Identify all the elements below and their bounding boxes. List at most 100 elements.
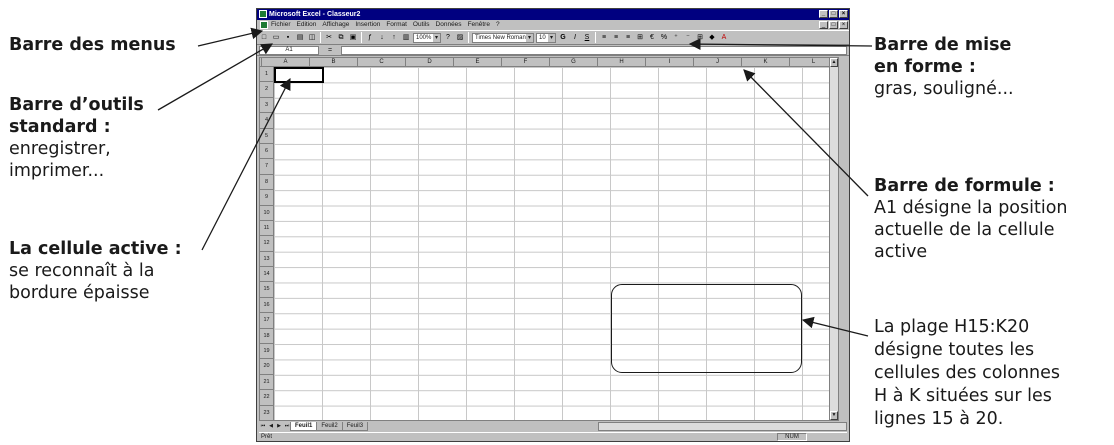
- doc-minimize-button[interactable]: _: [819, 21, 828, 29]
- print-preview-icon[interactable]: ◫: [307, 33, 317, 43]
- font-select[interactable]: Times New Roman: [472, 32, 534, 43]
- row-header[interactable]: 13: [260, 251, 274, 268]
- column-header[interactable]: F: [502, 58, 550, 67]
- italic-icon[interactable]: I: [570, 33, 580, 43]
- row-header[interactable]: 10: [260, 205, 274, 221]
- underline-icon[interactable]: S: [582, 33, 592, 43]
- row-header[interactable]: 18: [260, 328, 274, 345]
- row-header[interactable]: 3: [260, 97, 274, 114]
- column-header[interactable]: E: [454, 58, 502, 67]
- row-header[interactable]: 12: [260, 236, 274, 252]
- print-icon[interactable]: ▤: [295, 33, 305, 43]
- sort-ascending-icon[interactable]: ↓: [377, 33, 387, 43]
- zoom-select[interactable]: 100%: [413, 32, 441, 43]
- row-header[interactable]: 5: [260, 128, 274, 144]
- row-header[interactable]: 6: [260, 143, 274, 160]
- new-file-icon[interactable]: □: [259, 33, 269, 43]
- currency-icon[interactable]: €: [647, 33, 657, 43]
- row-header[interactable]: 15: [260, 282, 274, 298]
- cut-icon[interactable]: ✂: [324, 33, 334, 43]
- doc-close-button[interactable]: ×: [839, 21, 848, 29]
- row-header[interactable]: 14: [260, 267, 274, 283]
- borders-icon[interactable]: ⊞: [695, 33, 705, 43]
- scroll-down-arrow-icon[interactable]: ▼: [830, 411, 838, 420]
- align-center-icon[interactable]: ≡: [611, 33, 621, 43]
- menu-edition[interactable]: Edition: [297, 20, 317, 30]
- row-header[interactable]: 8: [260, 174, 274, 191]
- merge-center-icon[interactable]: ⊞: [635, 33, 645, 43]
- row-header[interactable]: 19: [260, 344, 274, 360]
- sheet-tab-feuil1[interactable]: Feuil1: [290, 421, 318, 431]
- column-header[interactable]: K: [742, 58, 790, 67]
- maximize-button[interactable]: □: [829, 10, 838, 18]
- row-header[interactable]: 11: [260, 220, 274, 237]
- row-header[interactable]: 17: [260, 313, 274, 329]
- formula-input[interactable]: [341, 45, 847, 55]
- toolbar-separator: [595, 32, 596, 43]
- row-header[interactable]: 23: [260, 405, 274, 420]
- menu-outils[interactable]: Outils: [413, 20, 430, 30]
- column-header[interactable]: D: [406, 58, 454, 67]
- row-header[interactable]: 9: [260, 190, 274, 206]
- font-color-icon[interactable]: A: [719, 33, 729, 43]
- equals-sign[interactable]: =: [323, 47, 337, 54]
- menu-donnees[interactable]: Données: [436, 20, 462, 30]
- help-icon[interactable]: ?: [443, 33, 453, 43]
- sheet-tab-feuil3[interactable]: Feuil3: [341, 421, 369, 431]
- active-cell-a1[interactable]: [274, 67, 324, 83]
- row-header[interactable]: 20: [260, 359, 274, 375]
- decimal-decrease-icon[interactable]: ⁻: [683, 33, 693, 43]
- column-header[interactable]: G: [550, 58, 598, 67]
- row-header[interactable]: 7: [260, 159, 274, 175]
- prev-sheet-arrow-icon[interactable]: ◀: [267, 422, 275, 431]
- horizontal-scrollbar[interactable]: [598, 421, 847, 431]
- annotation-menu-bar: Barre des menus: [9, 34, 176, 56]
- row-header[interactable]: 2: [260, 82, 274, 98]
- annotation-desc: gras, souligné...: [874, 79, 1014, 99]
- name-box[interactable]: A1: [259, 45, 319, 55]
- window-title: Microsoft Excel - Classeur2: [269, 11, 361, 18]
- column-header[interactable]: B: [310, 58, 358, 67]
- minimize-button[interactable]: _: [819, 10, 828, 18]
- column-header[interactable]: J: [694, 58, 742, 67]
- workbook-icon[interactable]: [260, 21, 268, 29]
- column-header[interactable]: C: [358, 58, 406, 67]
- column-header[interactable]: I: [646, 58, 694, 67]
- doc-restore-button[interactable]: □: [829, 21, 838, 29]
- font-size-select[interactable]: 10: [536, 32, 556, 43]
- scroll-up-arrow-icon[interactable]: ▲: [830, 58, 838, 67]
- fill-color-icon[interactable]: ◆: [707, 33, 717, 43]
- paste-icon[interactable]: ▣: [348, 33, 358, 43]
- column-header[interactable]: H: [598, 58, 646, 67]
- vertical-scrollbar[interactable]: ▲ ▼: [829, 58, 838, 420]
- menu-insertion[interactable]: Insertion: [355, 20, 380, 30]
- menu-format[interactable]: Format: [386, 20, 407, 30]
- save-icon[interactable]: ▪: [283, 33, 293, 43]
- row-header[interactable]: 1: [260, 67, 274, 83]
- row-header[interactable]: 16: [260, 297, 274, 314]
- open-folder-icon[interactable]: ▭: [271, 33, 281, 43]
- copy-icon[interactable]: ⧉: [336, 33, 346, 43]
- first-sheet-arrow-icon[interactable]: ⏮: [259, 422, 267, 431]
- align-right-icon[interactable]: ≡: [623, 33, 633, 43]
- column-header[interactable]: A: [262, 58, 310, 67]
- row-header[interactable]: 21: [260, 374, 274, 391]
- chart-wizard-icon[interactable]: ▥: [401, 33, 411, 43]
- function-icon[interactable]: ƒ: [365, 33, 375, 43]
- row-headers: 1 2 3 4 5 6 7 8 9 10 11 12 13 14 15 16 1…: [260, 67, 274, 420]
- percent-icon[interactable]: %: [659, 33, 669, 43]
- menu-fenetre[interactable]: Fenêtre: [468, 20, 490, 30]
- sort-descending-icon[interactable]: ↑: [389, 33, 399, 43]
- menu-fichier[interactable]: Fichier: [271, 20, 291, 30]
- close-button[interactable]: ×: [839, 10, 848, 18]
- next-sheet-arrow-icon[interactable]: ▶: [275, 422, 283, 431]
- decimal-increase-icon[interactable]: ⁺: [671, 33, 681, 43]
- align-left-icon[interactable]: ≡: [599, 33, 609, 43]
- sheet-tab-feuil2[interactable]: Feuil2: [316, 421, 343, 431]
- bold-icon[interactable]: G: [558, 33, 568, 43]
- row-header[interactable]: 22: [260, 390, 274, 406]
- menu-affichage[interactable]: Affichage: [322, 20, 349, 30]
- drawing-icon[interactable]: ▨: [455, 33, 465, 43]
- menu-help[interactable]: ?: [496, 20, 500, 30]
- row-header[interactable]: 4: [260, 113, 274, 129]
